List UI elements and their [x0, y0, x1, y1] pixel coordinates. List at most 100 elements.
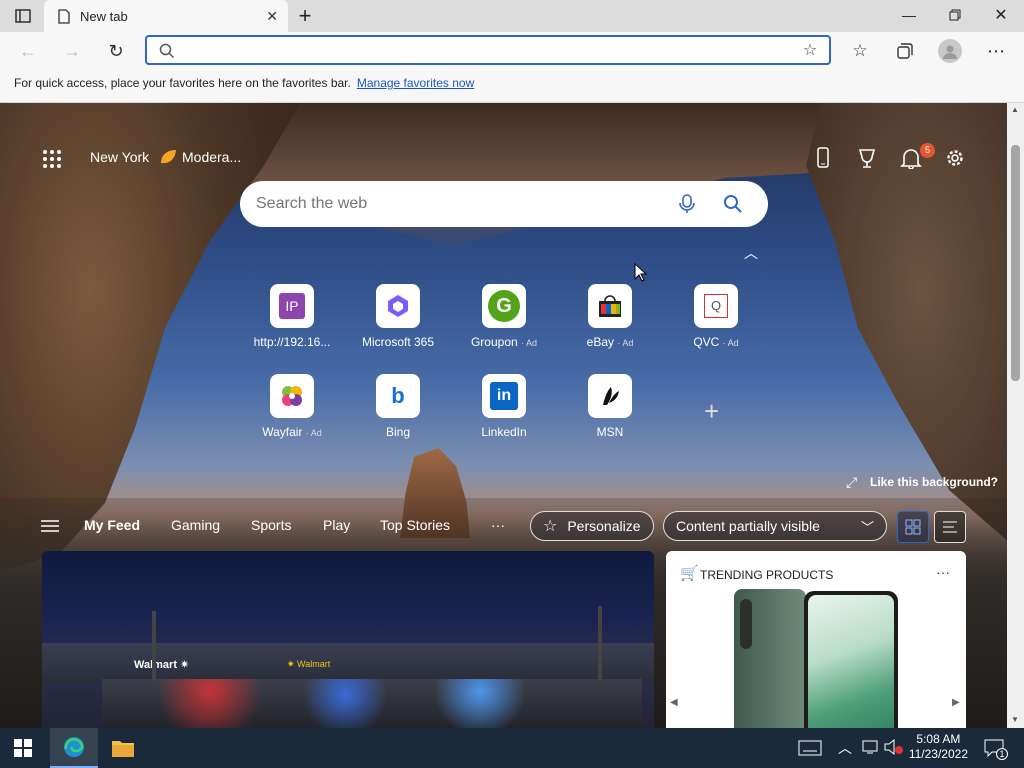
profile-avatar[interactable]: [938, 39, 962, 63]
msn-icon: [588, 374, 632, 418]
quick-link-tile[interactable]: Microsoft 365: [348, 284, 448, 349]
add-favorite-icon[interactable]: ☆: [799, 40, 821, 60]
more-menu-icon[interactable]: ⋯: [984, 40, 1008, 62]
new-tab-page: New York Modera... 5 ︿ IP http://192.16.…: [0, 103, 1007, 728]
tab-actions-icon[interactable]: [12, 6, 34, 26]
scroll-down-icon[interactable]: ▼: [1011, 715, 1019, 724]
add-shortcut-icon[interactable]: +: [704, 396, 719, 427]
list-layout-button[interactable]: [934, 511, 966, 543]
tab-gaming[interactable]: Gaming: [171, 517, 220, 533]
expand-icon[interactable]: ⤢: [846, 474, 857, 491]
personalize-button[interactable]: ☆ Personalize: [530, 511, 654, 541]
tile-label: eBay: [586, 335, 614, 349]
manage-favorites-link[interactable]: Manage favorites now: [357, 76, 474, 90]
tab-my-feed[interactable]: My Feed: [84, 517, 140, 533]
shopping-cart-icon: 🛒: [680, 565, 699, 582]
web-search-box[interactable]: [240, 181, 768, 227]
quick-link-tile[interactable]: IP http://192.16...: [242, 284, 342, 349]
more-tabs-icon[interactable]: ···: [491, 517, 505, 533]
favorites-icon[interactable]: ☆: [848, 40, 872, 62]
trending-products-card[interactable]: 🛒 TRENDING PRODUCTS ··· ◀ ▶: [666, 551, 966, 728]
walmart-logo: Walmart ✷: [134, 659, 190, 671]
carousel-prev-icon[interactable]: ◀: [670, 697, 678, 708]
tile-label: Wayfair: [262, 425, 303, 439]
windows-start-icon[interactable]: [14, 739, 32, 757]
quick-link-tile[interactable]: b Bing: [348, 374, 448, 439]
feed-menu-icon[interactable]: [41, 519, 59, 533]
ad-label: · Ad: [722, 338, 739, 348]
web-search-input[interactable]: [256, 194, 636, 214]
tile-label: Bing: [385, 425, 411, 439]
news-card[interactable]: Walmart ✷ ✷ Walmart: [42, 551, 654, 728]
street-lamp: [598, 606, 602, 681]
quick-link-tile[interactable]: MSN: [560, 374, 660, 439]
app-launcher-icon[interactable]: [42, 149, 62, 169]
minimize-button[interactable]: —: [886, 0, 932, 30]
volume-muted-icon[interactable]: [884, 738, 904, 756]
microphone-icon[interactable]: [679, 194, 695, 214]
forward-icon[interactable]: →: [60, 40, 84, 62]
ad-label: · Ad: [305, 428, 322, 438]
tile-label: http://192.16...: [253, 335, 331, 349]
quick-link-tile[interactable]: Wayfair · Ad: [242, 374, 342, 439]
weather-text[interactable]: Modera...: [182, 149, 241, 165]
mobile-icon[interactable]: [816, 147, 830, 169]
collections-icon[interactable]: [893, 40, 917, 62]
tab-new-tab[interactable]: New tab ✕: [44, 0, 288, 32]
favorites-bar-hint: For quick access, place your favorites h…: [14, 76, 351, 90]
file-explorer-icon[interactable]: [111, 737, 135, 759]
page-icon: [58, 8, 70, 24]
keyboard-icon[interactable]: [798, 740, 822, 756]
tab-title: New tab: [80, 8, 128, 24]
ad-label: · Ad: [521, 338, 538, 348]
tab-top-stories[interactable]: Top Stories: [380, 517, 450, 533]
card-more-icon[interactable]: ···: [936, 564, 950, 580]
collapse-chevron-icon[interactable]: ︿: [744, 243, 758, 263]
quick-link-tile[interactable]: G Groupon · Ad: [454, 284, 554, 349]
settings-gear-icon[interactable]: [944, 147, 966, 169]
close-window-button[interactable]: ✕: [978, 0, 1024, 30]
network-icon[interactable]: [862, 739, 880, 755]
quick-link-tile[interactable]: in LinkedIn: [454, 374, 554, 439]
address-bar[interactable]: ☆: [145, 35, 831, 65]
address-input[interactable]: [185, 41, 765, 61]
ad-label: · Ad: [617, 338, 634, 348]
page-scrollbar[interactable]: ▲ ▼: [1007, 103, 1024, 728]
location-text[interactable]: New York: [90, 149, 149, 165]
bing-icon: b: [376, 374, 420, 418]
clock-date: 11/23/2022: [908, 747, 968, 761]
scrollbar-thumb[interactable]: [1011, 145, 1020, 381]
taskbar: ︿ 5:08 AM 11/23/2022 1: [0, 728, 1024, 768]
edge-taskbar-icon[interactable]: [50, 728, 98, 768]
qvc-icon: Q: [694, 284, 738, 328]
linkedin-icon: in: [482, 374, 526, 418]
back-icon[interactable]: ←: [16, 40, 40, 62]
search-submit-icon[interactable]: [723, 194, 743, 214]
weather-icon[interactable]: [158, 147, 178, 167]
close-tab-icon[interactable]: ✕: [266, 8, 278, 24]
favorites-bar: For quick access, place your favorites h…: [0, 70, 1024, 103]
new-tab-button[interactable]: +: [294, 3, 316, 28]
rewards-icon[interactable]: [856, 147, 878, 169]
tab-sports[interactable]: Sports: [251, 517, 291, 533]
sparkle-star-icon: ☆: [543, 518, 558, 535]
chevron-down-icon: ﹀: [860, 520, 874, 535]
restore-button[interactable]: [932, 0, 978, 30]
like-background-link[interactable]: Like this background?: [870, 475, 998, 489]
notifications-bell-icon[interactable]: [900, 147, 922, 170]
show-hidden-icons-icon[interactable]: ︿: [838, 738, 852, 758]
quick-link-tile[interactable]: Q QVC · Ad: [666, 284, 766, 349]
grid-layout-button[interactable]: [897, 511, 929, 543]
clock-time: 5:08 AM: [916, 732, 961, 746]
trending-title: TRENDING PRODUCTS: [700, 568, 834, 582]
tab-play[interactable]: Play: [323, 517, 350, 533]
content-visibility-dropdown[interactable]: Content partially visible ﹀: [663, 511, 887, 541]
refresh-icon[interactable]: ↻: [104, 40, 128, 62]
tile-label: MSN: [596, 425, 624, 439]
quick-link-tile[interactable]: eBay · Ad: [560, 284, 660, 349]
carousel-next-icon[interactable]: ▶: [952, 697, 960, 708]
scroll-up-icon[interactable]: ▲: [1011, 105, 1019, 114]
personalize-label: Personalize: [567, 518, 641, 534]
system-clock[interactable]: 5:08 AM 11/23/2022: [909, 732, 968, 762]
wayfair-icon: [270, 374, 314, 418]
